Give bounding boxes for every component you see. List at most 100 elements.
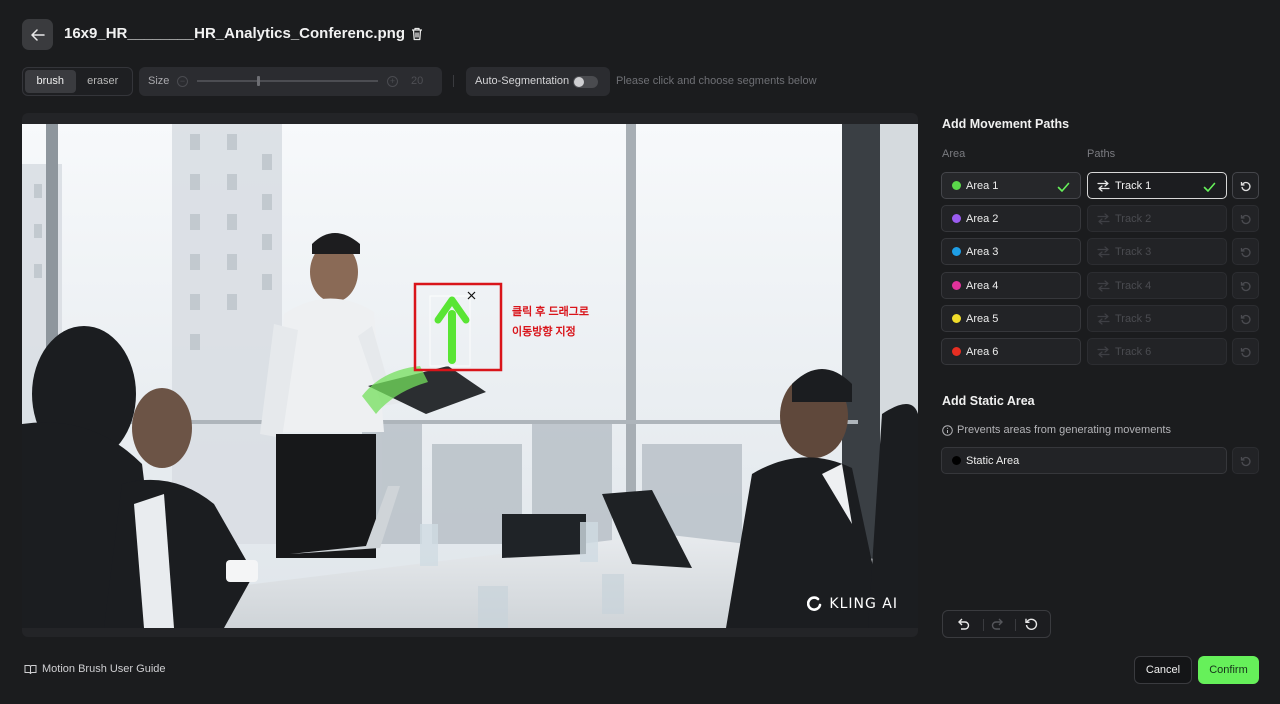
swap-arrows-icon	[1097, 180, 1110, 192]
paths-column-header: Paths	[1087, 148, 1116, 160]
reset-all-icon[interactable]	[1024, 617, 1038, 631]
area-label: Area 3	[966, 246, 999, 258]
area-label: Area 2	[966, 213, 999, 225]
confirm-button[interactable]: Confirm	[1198, 656, 1259, 684]
brush-size-control: Size − + 20	[139, 67, 442, 96]
selection-box[interactable]	[413, 282, 503, 372]
image-canvas[interactable]: KLING AI	[22, 124, 918, 628]
brush-tool-button[interactable]: brush	[25, 70, 76, 93]
toggle-knob	[574, 77, 584, 87]
watermark-text: KLING AI	[829, 596, 898, 612]
size-slider-track[interactable]	[197, 80, 378, 82]
reset-icon	[1240, 214, 1251, 225]
area-color-dot	[952, 281, 961, 290]
track-item-3[interactable]: Track 3	[1087, 238, 1227, 265]
area-item-1[interactable]: Area 1	[941, 172, 1081, 199]
trash-icon[interactable]	[411, 27, 423, 41]
static-area-item[interactable]: Static Area	[941, 447, 1227, 474]
reset-icon	[1240, 247, 1251, 258]
size-minus-button[interactable]: −	[177, 76, 188, 87]
annotation-line-1: 클릭 후 드래그로	[512, 306, 589, 318]
static-area-title: Add Static Area	[942, 394, 1035, 408]
track-item-2[interactable]: Track 2	[1087, 205, 1227, 232]
static-area-label: Static Area	[966, 455, 1020, 467]
file-title: 16x9_HR________HR_Analytics_Conferenc.pn…	[64, 25, 423, 42]
area-color-dot	[952, 347, 961, 356]
area-label: Area 5	[966, 313, 999, 325]
track-item-1[interactable]: Track 1	[1087, 172, 1227, 199]
size-slider-thumb[interactable]	[256, 76, 260, 86]
area-label: Area 4	[966, 280, 999, 292]
size-plus-button[interactable]: +	[387, 76, 398, 87]
area-color-dot	[952, 314, 961, 323]
reset-icon	[1240, 181, 1251, 192]
book-icon	[24, 664, 37, 674]
track-item-4[interactable]: Track 4	[1087, 272, 1227, 299]
area-item-4[interactable]: Area 4	[941, 272, 1081, 299]
area-label: Area 1	[966, 180, 999, 192]
auto-segmentation-control: Auto-Segmentation	[466, 67, 610, 96]
file-name: 16x9_HR________HR_Analytics_Conferenc.pn…	[64, 25, 405, 42]
track-item-6[interactable]: Track 6	[1087, 338, 1227, 365]
area-color-dot	[952, 247, 961, 256]
reset-icon	[1240, 314, 1251, 325]
static-hint-text: Prevents areas from generating movements	[957, 424, 1171, 436]
track-reset-button-6[interactable]	[1232, 338, 1259, 365]
reset-icon	[1240, 456, 1251, 467]
track-label: Track 2	[1115, 213, 1152, 225]
eraser-tool-button[interactable]: eraser	[76, 70, 130, 93]
tool-toggle: brush eraser	[22, 67, 133, 96]
static-reset-button[interactable]	[1232, 447, 1259, 474]
drag-annotation: 클릭 후 드래그로 이동방향 지정	[512, 302, 589, 342]
toolbar-divider	[453, 75, 454, 87]
auto-segmentation-label: Auto-Segmentation	[475, 75, 570, 87]
area-color-dot	[952, 214, 961, 223]
swap-arrows-icon	[1097, 313, 1110, 325]
check-icon	[1057, 180, 1070, 198]
guide-label: Motion Brush User Guide	[42, 663, 166, 675]
back-button[interactable]	[22, 19, 53, 50]
area-column-header: Area	[942, 148, 966, 160]
track-label: Track 4	[1115, 280, 1152, 292]
auto-segmentation-toggle[interactable]	[573, 76, 598, 88]
area-color-dot	[952, 181, 961, 190]
check-icon	[1203, 180, 1216, 198]
static-area-hint: Prevents areas from generating movements	[942, 424, 1171, 436]
track-reset-button-2[interactable]	[1232, 205, 1259, 232]
cancel-button[interactable]: Cancel	[1134, 656, 1192, 684]
movement-paths-title: Add Movement Paths	[942, 117, 1070, 131]
swap-arrows-icon	[1097, 346, 1110, 358]
reset-icon	[1240, 281, 1251, 292]
track-label: Track 1	[1115, 180, 1152, 192]
reset-icon	[1240, 347, 1251, 358]
user-guide-link[interactable]: Motion Brush User Guide	[24, 663, 166, 675]
size-value: 20	[411, 75, 424, 87]
kling-logo-icon	[807, 596, 822, 611]
track-item-5[interactable]: Track 5	[1087, 305, 1227, 332]
static-area-dot	[952, 456, 961, 465]
annotation-line-2: 이동방향 지정	[512, 326, 576, 338]
history-controls	[942, 610, 1051, 638]
undo-icon[interactable]	[956, 617, 970, 631]
swap-arrows-icon	[1097, 280, 1110, 292]
track-label: Track 5	[1115, 313, 1152, 325]
track-reset-button-1[interactable]	[1232, 172, 1259, 199]
history-divider	[1015, 619, 1016, 631]
swap-arrows-icon	[1097, 246, 1110, 258]
path-overlay	[413, 282, 503, 372]
area-item-3[interactable]: Area 3	[941, 238, 1081, 265]
info-icon	[942, 424, 953, 436]
redo-icon[interactable]	[991, 617, 1005, 631]
track-reset-button-4[interactable]	[1232, 272, 1259, 299]
arrow-left-icon	[30, 28, 45, 41]
area-item-5[interactable]: Area 5	[941, 305, 1081, 332]
track-reset-button-5[interactable]	[1232, 305, 1259, 332]
history-divider	[983, 619, 984, 631]
area-item-6[interactable]: Area 6	[941, 338, 1081, 365]
size-label: Size	[148, 75, 170, 87]
segmentation-hint: Please click and choose segments below	[616, 75, 817, 87]
track-reset-button-3[interactable]	[1232, 238, 1259, 265]
kling-ai-watermark: KLING AI	[807, 596, 898, 612]
track-label: Track 3	[1115, 246, 1152, 258]
area-item-2[interactable]: Area 2	[941, 205, 1081, 232]
